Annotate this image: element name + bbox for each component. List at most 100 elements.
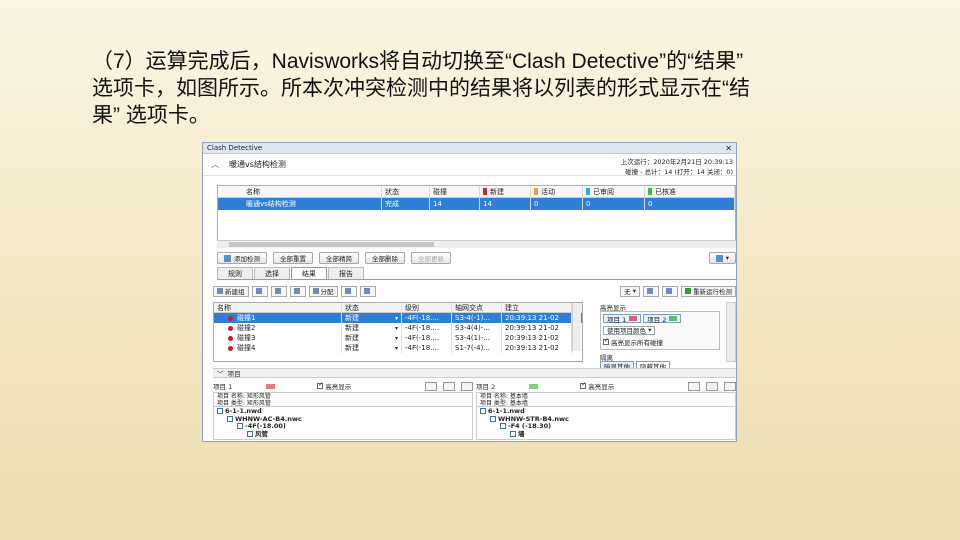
item2-panel: 项目 2 高亮显示 项目 名称: 基本墙 项目 类型: 基本墙 6-1-1.nw… bbox=[476, 380, 736, 440]
item2-highlight-toggle[interactable]: 项目 2 bbox=[643, 314, 682, 324]
col-clashes[interactable]: 碰撞 bbox=[430, 186, 480, 197]
explode-tool-button[interactable] bbox=[289, 285, 306, 297]
item2-link-button[interactable] bbox=[706, 381, 718, 391]
item1-color bbox=[266, 383, 276, 389]
element-icon bbox=[247, 430, 253, 437]
tabs: 规则 选择 结果 报告 bbox=[217, 267, 365, 279]
highlight-all-option[interactable]: 高亮显示所有碰撞 bbox=[603, 337, 717, 347]
add-test-button[interactable]: 添加检测 bbox=[217, 252, 267, 264]
col-new[interactable]: 新建 bbox=[480, 186, 531, 197]
item1-highlight-toggle[interactable]: 项目 1 bbox=[603, 314, 642, 324]
status-dot-icon bbox=[228, 345, 233, 351]
sort-none-dropdown[interactable]: 无 ▾ bbox=[620, 285, 640, 297]
unassign-icon bbox=[344, 288, 351, 294]
assign-icon bbox=[312, 288, 319, 294]
test-name: 暖通vs结构检测 bbox=[229, 160, 286, 169]
collapse-chevron-icon[interactable]: ︿ bbox=[211, 159, 219, 170]
col-reviewed[interactable]: 已审阅 bbox=[583, 186, 645, 197]
tests-horizontal-scrollbar[interactable] bbox=[217, 240, 736, 248]
unassign-button[interactable] bbox=[340, 285, 357, 297]
highlight-title: 高亮显示 bbox=[600, 304, 626, 312]
slide-line-1: （7）运算完成后，Navisworks将自动切换至“Clash Detectiv… bbox=[92, 50, 744, 73]
item1-highlight-checkbox[interactable] bbox=[317, 381, 323, 389]
group-tool-button[interactable] bbox=[251, 285, 268, 297]
refresh-icon bbox=[685, 288, 691, 294]
status-dropdown-icon[interactable]: ▾ bbox=[395, 335, 398, 342]
tab-report[interactable]: 报告 bbox=[328, 267, 364, 279]
chevron-down-icon: ﹀ bbox=[217, 370, 228, 378]
tab-results[interactable]: 结果 bbox=[291, 267, 327, 279]
new-group-button[interactable]: 新建组 bbox=[213, 285, 249, 297]
close-icon[interactable]: ✕ bbox=[725, 144, 732, 153]
col-name[interactable]: 名称 bbox=[218, 186, 382, 197]
tree-node[interactable]: 墙 bbox=[480, 430, 732, 439]
test-row[interactable]: 暖通vs结构检测 完成 14 14 0 0 0 bbox=[218, 198, 735, 210]
col-result-status[interactable]: 状态 bbox=[342, 303, 402, 312]
scroll-thumb[interactable] bbox=[229, 242, 434, 247]
col-created[interactable]: 建立 bbox=[502, 303, 572, 312]
reviewed-swatch bbox=[586, 188, 590, 195]
status-dot-icon bbox=[228, 315, 233, 321]
col-approved[interactable]: 已核准 bbox=[645, 186, 735, 197]
use-item-color-dropdown[interactable]: 使用项目颜色 ▾ bbox=[603, 325, 656, 335]
results-toolbar: 新建组 分配 无 ▾ 重新运行检测 bbox=[213, 284, 736, 298]
rerun-test-button[interactable]: 重新运行检测 bbox=[681, 285, 736, 297]
reset-all-button[interactable]: 全部重置 bbox=[273, 252, 313, 264]
add-view-icon bbox=[666, 288, 672, 294]
reset-view-button[interactable] bbox=[643, 285, 659, 297]
item1-header: 项目 1 高亮显示 bbox=[213, 380, 473, 392]
slide-paragraph: （7）运算完成后，Navisworks将自动切换至“Clash Detectiv… bbox=[92, 48, 882, 129]
results-vertical-scrollbar[interactable] bbox=[572, 303, 581, 351]
add-test-icon bbox=[224, 254, 231, 262]
col-status[interactable]: 状态 bbox=[382, 186, 430, 197]
item1-select-button[interactable] bbox=[425, 381, 437, 391]
col-grid[interactable]: 轴网交点 bbox=[452, 303, 502, 312]
delete-all-button[interactable]: 全部删除 bbox=[365, 252, 405, 264]
tree-node[interactable]: 风管 bbox=[217, 430, 469, 439]
clash-summary-text: 碰撞 - 总计：14 (打开：14 关闭：0) bbox=[625, 168, 733, 176]
tab-select[interactable]: 选择 bbox=[254, 267, 290, 279]
ungroup-tool-button[interactable] bbox=[270, 285, 287, 297]
result-row[interactable]: 碰撞4 新建 ▾ -4F(-18.... S1-7(-4)... 20:39:13… bbox=[214, 343, 582, 353]
item1-properties: 项目 名称: 矩形风管 项目 类型: 矩形风管 bbox=[213, 392, 473, 407]
slide-line-3: 果” 选项卡。 bbox=[92, 104, 210, 127]
comment-button[interactable] bbox=[359, 285, 376, 297]
update-all-button[interactable]: 全部更新 bbox=[411, 252, 451, 264]
panel-scrollbar[interactable] bbox=[726, 302, 736, 362]
item2-properties: 项目 名称: 基本墙 项目 类型: 基本墙 bbox=[476, 392, 736, 407]
result-row[interactable]: 碰撞3 新建 ▾ -4F(-18.... S3-4(1)-... 20:39:13… bbox=[214, 333, 582, 343]
results-table: 名称 状态 级别 轴网交点 建立 碰撞1 新建 ▾ -4F(-18.... S3-… bbox=[213, 302, 583, 362]
new-swatch bbox=[483, 188, 487, 195]
item2-pointer-button[interactable] bbox=[724, 381, 736, 391]
col-active[interactable]: 活动 bbox=[531, 186, 583, 197]
item1-highlight-option[interactable]: 高亮显示 bbox=[317, 381, 351, 391]
tests-table: 名称 状态 碰撞 新建 活动 已审阅 已核准 暖通vs结构检测 完成 14 14… bbox=[217, 185, 736, 248]
results-table-header: 名称 状态 级别 轴网交点 建立 bbox=[214, 303, 582, 313]
item2-highlight-checkbox[interactable] bbox=[580, 381, 586, 389]
status-dropdown-icon[interactable]: ▾ bbox=[395, 325, 398, 332]
tests-table-header: 名称 状态 碰撞 新建 活动 已审阅 已核准 bbox=[218, 186, 735, 198]
item1-panel: 项目 1 高亮显示 项目 名称: 矩形风管 项目 类型: 矩形风管 6-1-1.… bbox=[213, 380, 473, 440]
items-section-header[interactable]: ﹀ 项目 bbox=[213, 368, 736, 378]
col-result-name[interactable]: 名称 bbox=[214, 303, 342, 312]
window-titlebar: Clash Detective ✕ bbox=[203, 143, 736, 154]
status-dropdown-icon[interactable]: ▾ bbox=[395, 345, 398, 352]
add-view-button[interactable] bbox=[662, 285, 678, 297]
item1-pointer-button[interactable] bbox=[461, 381, 473, 391]
assign-button[interactable]: 分配 bbox=[308, 285, 338, 297]
highlight-all-checkbox[interactable] bbox=[603, 337, 609, 345]
group-icon bbox=[255, 288, 262, 294]
item2-select-button[interactable] bbox=[688, 381, 700, 391]
export-dropdown-button[interactable]: ▾ bbox=[708, 252, 736, 264]
result-row[interactable]: 碰撞1 新建 ▾ -4F(-18.... S3-4(-1)... 20:39:13… bbox=[214, 313, 582, 323]
compact-all-button[interactable]: 全部精简 bbox=[319, 252, 359, 264]
col-level[interactable]: 级别 bbox=[402, 303, 452, 312]
item2-highlight-option[interactable]: 高亮显示 bbox=[580, 381, 614, 391]
item1-link-button[interactable] bbox=[443, 381, 455, 391]
status-dropdown-icon[interactable]: ▾ bbox=[395, 315, 398, 322]
tab-rules[interactable]: 规则 bbox=[217, 267, 253, 279]
item2-color-swatch bbox=[669, 316, 678, 321]
result-row[interactable]: 碰撞2 新建 ▾ -4F(-18.... S3-4(4)-... 20:39:13… bbox=[214, 323, 582, 333]
level-icon bbox=[500, 423, 506, 429]
element-icon bbox=[510, 430, 516, 437]
